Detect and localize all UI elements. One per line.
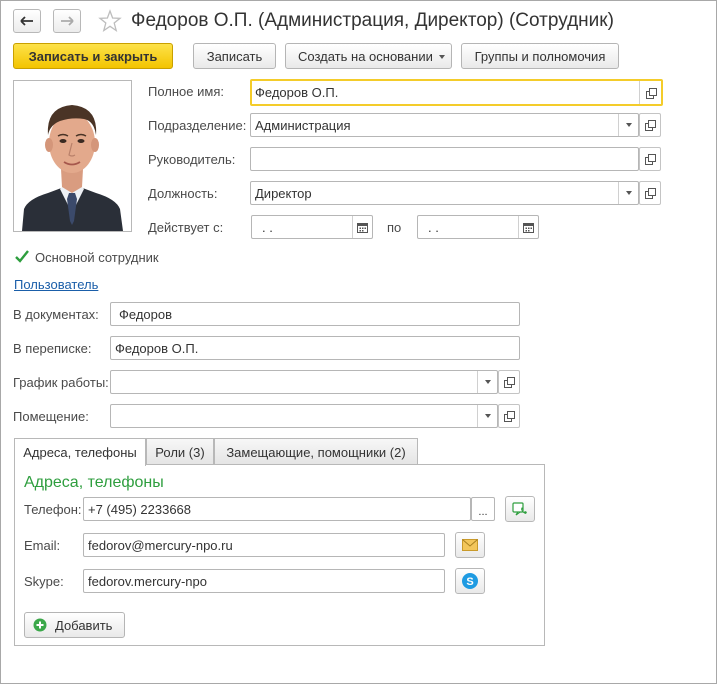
position-dropdown-button[interactable] [618, 182, 638, 204]
valid-from-calendar-button[interactable] [352, 216, 372, 238]
phone-more-label: ... [478, 506, 488, 518]
valid-to-date-field[interactable]: . . [417, 215, 539, 239]
phone-call-icon [512, 502, 527, 516]
create-based-on-label: Создать на основании [298, 48, 433, 64]
manager-field[interactable] [250, 147, 639, 171]
position-select[interactable]: Директор [250, 181, 639, 205]
valid-to-value: . . [428, 219, 439, 235]
tab-substitutes-assistants[interactable]: Замещающие, помощники (2) [214, 438, 418, 465]
arrow-left-icon [20, 16, 33, 26]
add-contact-button[interactable]: Добавить [24, 612, 125, 638]
email-label: Email: [24, 538, 61, 553]
room-select[interactable] [110, 404, 498, 428]
skype-call-button[interactable]: S [455, 568, 485, 594]
schedule-dropdown-button[interactable] [477, 371, 497, 393]
position-open-button[interactable] [639, 181, 661, 205]
skype-value: fedorov.mercury-npo [88, 573, 207, 589]
position-label: Должность: [148, 186, 218, 201]
schedule-open-button[interactable] [498, 370, 520, 394]
tab-panel-addresses-phones: Адреса, телефоны Телефон: +7 (495) 22336… [14, 464, 545, 646]
phone-value: +7 (495) 2233668 [88, 501, 192, 517]
schedule-label: График работы: [13, 375, 109, 390]
valid-from-date-field[interactable]: . . [251, 215, 373, 239]
in-correspondence-label: В переписке: [13, 341, 92, 356]
send-email-button[interactable] [455, 532, 485, 558]
svg-text:S: S [466, 576, 473, 588]
user-link[interactable]: Пользователь [14, 277, 98, 292]
open-form-icon [504, 411, 515, 422]
email-field[interactable]: fedorov@mercury-npo.ru [83, 533, 445, 557]
arrow-right-icon [61, 16, 74, 26]
plus-circle-icon [33, 618, 47, 632]
main-employee-label: Основной сотрудник [35, 250, 159, 265]
valid-to-label: по [387, 220, 402, 235]
employee-photo-image [14, 81, 131, 231]
groups-permissions-button[interactable]: Группы и полномочия [461, 43, 619, 69]
department-dropdown-button[interactable] [618, 114, 638, 136]
employee-form-window: Федоров О.П. (Администрация, Директор) (… [0, 0, 717, 684]
employee-photo[interactable] [13, 80, 132, 232]
open-form-icon [645, 188, 656, 199]
envelope-icon [462, 539, 478, 551]
tab-addresses-phones[interactable]: Адреса, телефоны [14, 438, 146, 466]
calendar-icon [523, 222, 534, 233]
open-form-icon [645, 154, 656, 165]
department-open-button[interactable] [639, 113, 661, 137]
valid-to-calendar-button[interactable] [518, 216, 538, 238]
tab-roles[interactable]: Роли (3) [146, 438, 214, 465]
room-open-button[interactable] [498, 404, 520, 428]
department-value: Администрация [255, 117, 351, 133]
calendar-icon [357, 222, 368, 233]
open-form-icon [504, 377, 515, 388]
in-documents-field[interactable]: Федоров [110, 302, 520, 326]
main-employee-checkbox[interactable] [14, 249, 30, 265]
page-title: Федоров О.П. (Администрация, Директор) (… [131, 10, 614, 31]
manager-open-button[interactable] [639, 147, 661, 171]
phone-label: Телефон: [24, 502, 82, 517]
skype-icon: S [462, 573, 478, 589]
call-phone-button[interactable] [505, 496, 535, 522]
save-and-close-button[interactable]: Записать и закрыть [13, 43, 173, 69]
in-correspondence-field[interactable]: Федоров О.П. [110, 336, 520, 360]
full-name-open-button[interactable] [639, 81, 661, 104]
skype-field[interactable]: fedorov.mercury-npo [83, 569, 445, 593]
forward-button[interactable] [53, 9, 81, 33]
phone-more-button[interactable]: ... [471, 497, 495, 521]
in-correspondence-value: Федоров О.П. [115, 340, 199, 356]
open-form-icon [645, 120, 656, 131]
back-button[interactable] [13, 9, 41, 33]
save-button[interactable]: Записать [193, 43, 276, 69]
department-select[interactable]: Администрация [250, 113, 639, 137]
checkmark-icon [15, 250, 29, 263]
full-name-label: Полное имя: [148, 84, 224, 99]
room-dropdown-button[interactable] [477, 405, 497, 427]
full-name-value: Федоров О.П. [255, 85, 339, 100]
full-name-field[interactable]: Федоров О.П. [250, 79, 663, 106]
phone-field[interactable]: +7 (495) 2233668 [83, 497, 471, 521]
contacts-heading: Адреса, телефоны [24, 474, 164, 491]
skype-label: Skype: [24, 574, 64, 589]
manager-label: Руководитель: [148, 152, 236, 167]
favorite-star-icon[interactable] [98, 9, 122, 36]
valid-from-value: . . [262, 219, 273, 235]
in-documents-label: В документах: [13, 307, 99, 322]
email-value: fedorov@mercury-npo.ru [88, 537, 233, 553]
position-value: Директор [255, 185, 312, 201]
department-label: Подразделение: [148, 118, 247, 133]
valid-from-label: Действует с: [148, 220, 224, 235]
open-form-icon [645, 87, 657, 99]
room-label: Помещение: [13, 409, 89, 424]
schedule-select[interactable] [110, 370, 498, 394]
chevron-down-icon [439, 55, 445, 59]
add-contact-label: Добавить [55, 617, 113, 633]
create-based-on-button[interactable]: Создать на основании [285, 43, 452, 69]
in-documents-value: Федоров [119, 306, 173, 322]
